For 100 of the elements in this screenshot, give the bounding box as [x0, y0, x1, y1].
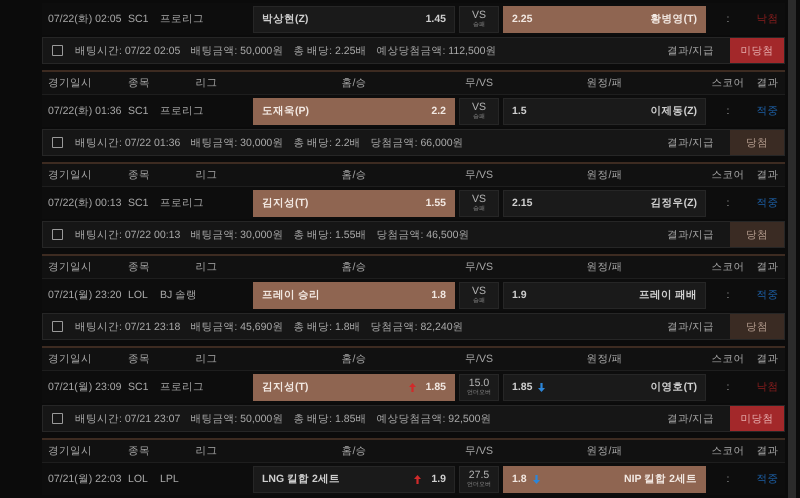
home-odds-button[interactable]: 도재욱(P) 2.2	[253, 98, 455, 124]
column-header: 리그	[194, 352, 218, 366]
league-label: LPL	[160, 473, 180, 485]
match-date: 07/21(월) 22:03	[48, 472, 122, 486]
status-button[interactable]: 당첨	[730, 314, 784, 339]
away-odds-button[interactable]: 1.9 프레이 패배	[503, 282, 706, 308]
column-header: 스코어	[710, 352, 746, 366]
bet-info-text: 배팅시간: 07/22 00:13	[75, 228, 180, 242]
bet-info-text: 당첨금액: 66,000원	[370, 136, 464, 150]
result-text: 낙첨	[756, 12, 780, 26]
column-header: 원정/패	[586, 76, 624, 90]
status-button[interactable]: 미당첨	[730, 38, 784, 63]
status-button[interactable]: 당첨	[730, 222, 784, 247]
away-odds-button[interactable]: 2.15 김정우(Z)	[503, 190, 706, 216]
column-header: 결과	[756, 168, 780, 182]
column-header: 종목	[128, 76, 151, 90]
home-odds-button[interactable]: LNG 킬합 2세트 1.9	[253, 466, 455, 492]
match-date: 07/21(월) 23:20	[48, 288, 122, 302]
league-label: 프로리그	[160, 196, 205, 210]
bet-info-text: 당첨금액: 46,500원	[376, 228, 470, 242]
column-header: 홈/승	[340, 260, 368, 274]
checkbox[interactable]	[52, 229, 63, 240]
bet-info-text: 배팅금액: 45,690원	[190, 320, 284, 334]
payout-label: 결과/지급	[667, 44, 714, 58]
column-header: 홈/승	[340, 352, 368, 366]
result-text: 적중	[756, 472, 780, 486]
column-header: 홈/승	[340, 168, 368, 182]
bet-info-text: 배팅시간: 07/22 01:36	[75, 136, 180, 150]
league-label: 프로리그	[160, 380, 205, 394]
match-date: 07/21(월) 23:09	[48, 380, 122, 394]
column-header: 무/VS	[464, 444, 494, 458]
bet-info-text: 예상당첨금액: 92,500원	[376, 412, 492, 426]
column-header: 무/VS	[464, 260, 494, 274]
column-header: 결과	[756, 352, 780, 366]
home-odds-button[interactable]: 박상현(Z) 1.45	[253, 6, 455, 32]
checkbox[interactable]	[52, 413, 63, 424]
bet-info-text: 배팅금액: 50,000원	[190, 412, 284, 426]
score-text: :	[726, 105, 730, 117]
match-date: 07/22(화) 00:13	[48, 196, 122, 210]
bet-info-text: 배팅시간: 07/22 02:05	[75, 44, 180, 58]
away-odds-button[interactable]: 2.25 황병영(T)	[503, 6, 706, 32]
column-header: 경기일시	[48, 444, 93, 458]
checkbox[interactable]	[52, 137, 63, 148]
checkbox[interactable]	[52, 45, 63, 56]
status-button[interactable]: 미당첨	[730, 406, 784, 431]
sport-label: LOL	[128, 473, 149, 485]
away-odds-button[interactable]: 1.85 이영호(T)	[503, 374, 706, 400]
payout-label: 결과/지급	[667, 412, 714, 426]
column-header: 무/VS	[464, 76, 494, 90]
column-header: 종목	[128, 168, 151, 182]
column-header: 리그	[194, 168, 218, 182]
column-header: 경기일시	[48, 260, 93, 274]
home-odds-button[interactable]: 김지성(T) 1.55	[253, 190, 455, 216]
bet-info-text: 총 배당: 1.8배	[293, 320, 361, 334]
column-header: 원정/패	[586, 444, 624, 458]
bet-info-text: 배팅금액: 30,000원	[190, 228, 284, 242]
away-odds-button[interactable]: 1.8 NIP 킬합 2세트	[503, 466, 706, 492]
sport-label: SC1	[128, 105, 150, 117]
column-header: 무/VS	[464, 352, 494, 366]
league-label: 프로리그	[160, 12, 205, 26]
status-button[interactable]: 당첨	[730, 130, 784, 155]
payout-label: 결과/지급	[667, 136, 714, 150]
score-text: :	[726, 473, 730, 485]
result-text: 적중	[756, 104, 780, 118]
score-text: :	[726, 197, 730, 209]
checkbox[interactable]	[52, 321, 63, 332]
home-odds-button[interactable]: 프레이 승리 1.8	[253, 282, 455, 308]
column-header: 결과	[756, 260, 780, 274]
bet-info-text: 배팅시간: 07/21 23:07	[75, 412, 180, 426]
home-odds-button[interactable]: 김지성(T) 1.85	[253, 374, 455, 400]
bet-info-text: 당첨금액: 82,240원	[370, 320, 464, 334]
column-header: 종목	[128, 444, 151, 458]
column-header: 원정/패	[586, 168, 624, 182]
column-header: 홈/승	[340, 444, 368, 458]
payout-label: 결과/지급	[667, 320, 714, 334]
sport-label: LOL	[128, 289, 149, 301]
column-header: 경기일시	[48, 168, 93, 182]
result-text: 낙첨	[756, 380, 780, 394]
away-odds-button[interactable]: 1.5 이제동(Z)	[503, 98, 706, 124]
score-text: :	[726, 13, 730, 25]
score-text: :	[726, 381, 730, 393]
payout-label: 결과/지급	[667, 228, 714, 242]
bet-info-text: 예상당첨금액: 112,500원	[376, 44, 496, 58]
column-header: 리그	[194, 76, 218, 90]
result-text: 적중	[756, 196, 780, 210]
column-header: 종목	[128, 352, 151, 366]
score-text: :	[726, 289, 730, 301]
column-header: 경기일시	[48, 352, 93, 366]
bet-info-text: 배팅시간: 07/21 23:18	[75, 320, 180, 334]
bet-info-text: 총 배당: 1.85배	[293, 412, 366, 426]
scrollbar[interactable]	[788, 0, 796, 498]
match-date: 07/22(화) 02:05	[48, 12, 122, 26]
sport-label: SC1	[128, 381, 150, 393]
column-header: 무/VS	[464, 168, 494, 182]
sport-label: SC1	[128, 13, 150, 25]
result-text: 적중	[756, 288, 780, 302]
column-header: 리그	[194, 260, 218, 274]
column-header: 스코어	[710, 444, 746, 458]
column-header: 홈/승	[340, 76, 368, 90]
bet-info-text: 총 배당: 1.55배	[293, 228, 366, 242]
